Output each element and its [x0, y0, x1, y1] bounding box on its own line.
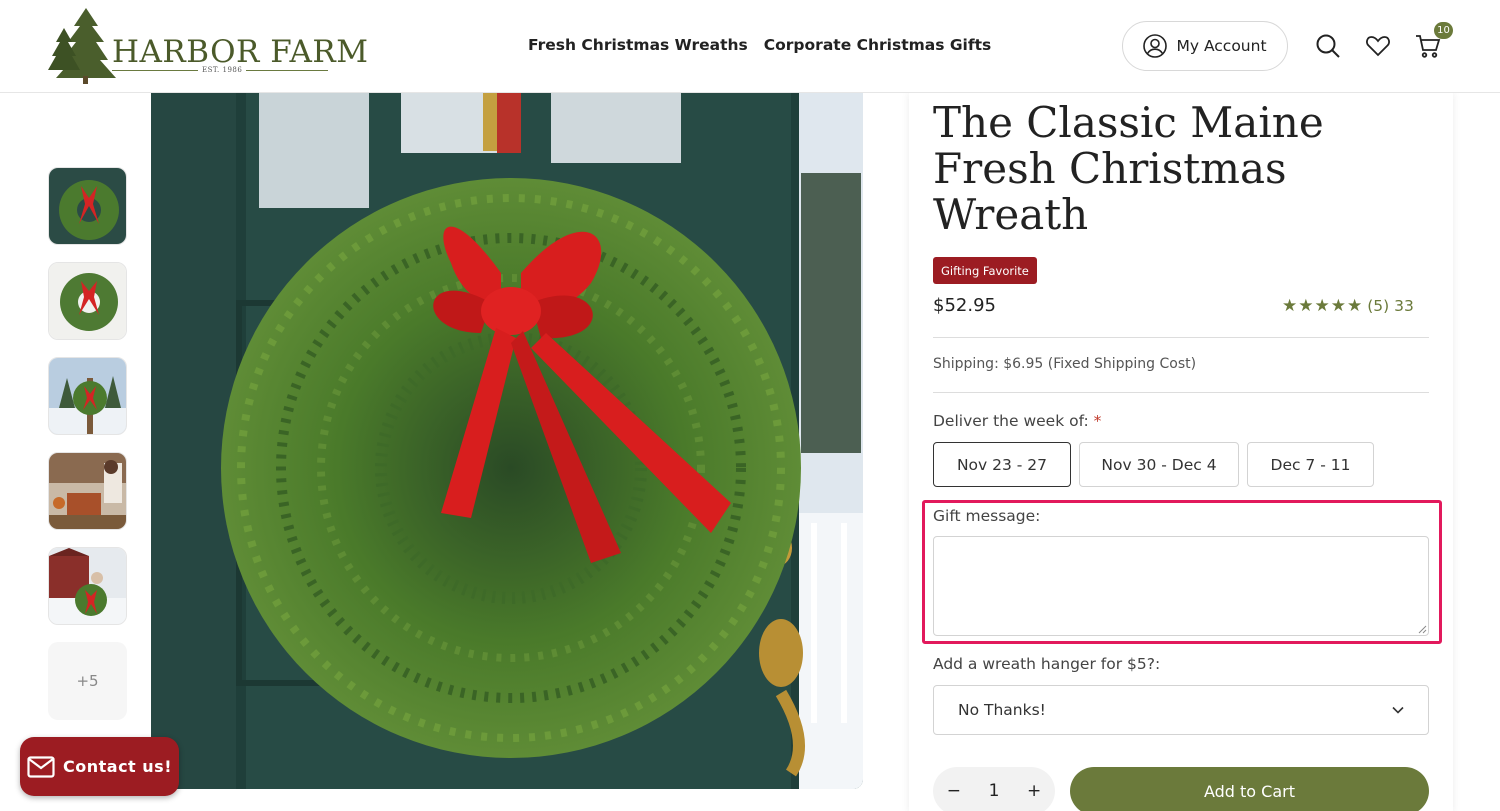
- rating-count: (5) 33: [1367, 297, 1414, 315]
- quantity-stepper: − 1 +: [933, 767, 1055, 811]
- gift-box-thumbnail: [49, 453, 126, 529]
- wreath-snow-thumbnail: [49, 358, 126, 434]
- pine-tree-icon: [48, 8, 116, 84]
- quantity-value[interactable]: 1: [989, 781, 1000, 801]
- thumbnail-3[interactable]: [48, 357, 127, 435]
- quantity-increase-button[interactable]: +: [1027, 781, 1041, 801]
- thumbnail-5[interactable]: [48, 547, 127, 625]
- week-option-dec-7[interactable]: Dec 7 - 11: [1247, 442, 1374, 487]
- divider: [933, 392, 1429, 393]
- add-to-cart-button[interactable]: Add to Cart: [1070, 767, 1429, 811]
- rating-stars-icon: ★★★★★: [1282, 296, 1364, 316]
- harbor-farm-logo[interactable]: HARBOR FARM EST. 1986: [46, 8, 368, 84]
- wreath-hanger-selected: No Thanks!: [958, 701, 1046, 719]
- nav-corporate-christmas-gifts[interactable]: Corporate Christmas Gifts: [764, 36, 991, 54]
- barn-thumbnail: [49, 548, 126, 624]
- wreath-door-thumbnail: [49, 168, 126, 244]
- wreath-hanger-label: Add a wreath hanger for $5?:: [933, 655, 1161, 673]
- shipping-info: Shipping: $6.95 (Fixed Shipping Cost): [933, 356, 1197, 372]
- wreath-hanger-select[interactable]: No Thanks!: [933, 685, 1429, 735]
- envelope-icon: [27, 755, 55, 778]
- logo-est: EST. 1986: [202, 66, 243, 74]
- chevron-down-icon: [1392, 706, 1404, 714]
- week-option-nov-30[interactable]: Nov 30 - Dec 4: [1079, 442, 1239, 487]
- product-price: $52.95: [933, 295, 996, 316]
- user-icon: [1143, 34, 1168, 58]
- required-mark: *: [1093, 412, 1102, 430]
- logo-rule-left: [112, 70, 198, 71]
- product-rating[interactable]: ★★★★★ (5) 33: [1282, 296, 1414, 316]
- site-header: HARBOR FARM EST. 1986 Fresh Christmas Wr…: [0, 0, 1500, 93]
- my-account-button[interactable]: My Account: [1122, 21, 1288, 71]
- gift-message-label: Gift message:: [933, 507, 1041, 525]
- thumbnail-list: +5: [48, 167, 127, 737]
- thumbnail-4[interactable]: [48, 452, 127, 530]
- wreath-on-door-image: [151, 93, 863, 789]
- my-account-label: My Account: [1176, 37, 1267, 55]
- cart-count-badge: 10: [1434, 22, 1453, 39]
- main-product-image[interactable]: [151, 93, 863, 789]
- week-option-nov-23[interactable]: Nov 23 - 27: [933, 442, 1071, 487]
- nav-fresh-christmas-wreaths[interactable]: Fresh Christmas Wreaths: [528, 36, 748, 54]
- main-nav: Fresh Christmas Wreaths Corporate Christ…: [528, 36, 991, 54]
- product-title: The Classic Maine Fresh Christmas Wreath: [933, 98, 1324, 239]
- heart-icon[interactable]: [1365, 33, 1391, 59]
- more-thumbnails-button[interactable]: +5: [48, 642, 127, 720]
- divider: [933, 337, 1429, 338]
- wreath-white-thumbnail: [49, 263, 126, 339]
- deliver-week-label: Deliver the week of: *: [933, 412, 1101, 430]
- thumbnail-1[interactable]: [48, 167, 127, 245]
- thumbnail-2[interactable]: [48, 262, 127, 340]
- deliver-week-label-text: Deliver the week of:: [933, 412, 1089, 430]
- gifting-favorite-badge: Gifting Favorite: [933, 257, 1037, 284]
- gift-message-textarea[interactable]: [933, 536, 1429, 636]
- contact-us-label: Contact us!: [63, 757, 172, 776]
- quantity-decrease-button[interactable]: −: [947, 781, 961, 801]
- logo-rule-right: [246, 70, 328, 71]
- contact-us-button[interactable]: Contact us!: [20, 737, 179, 796]
- logo-text: HARBOR FARM: [112, 34, 369, 70]
- search-icon[interactable]: [1315, 33, 1341, 59]
- resize-grip-icon[interactable]: [1417, 624, 1427, 634]
